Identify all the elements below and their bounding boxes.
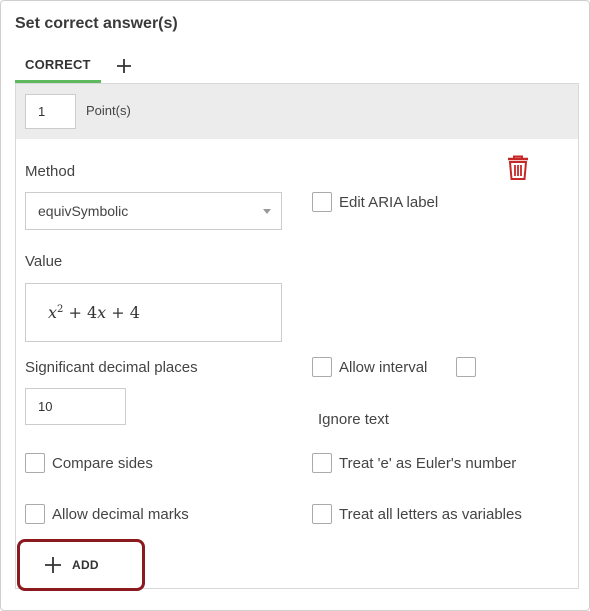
allow-decimal-marks-text: Allow decimal marks: [52, 505, 189, 523]
ignore-text-label: Ignore text: [318, 411, 389, 428]
points-input[interactable]: 1: [25, 94, 76, 129]
euler-number-option[interactable]: Treat 'e' as Euler's number: [312, 453, 516, 473]
points-bar: 1 Point(s): [16, 84, 578, 139]
answer-tabs: CORRECT: [15, 49, 139, 83]
significant-decimal-input[interactable]: 10: [25, 388, 126, 425]
value-expression: x2 + 4x + 4: [48, 303, 140, 322]
edit-aria-label-option[interactable]: Edit ARIA label: [312, 192, 438, 212]
value-label: Value: [25, 253, 63, 270]
compare-sides-checkbox[interactable]: [25, 453, 45, 473]
points-label: Point(s): [86, 103, 131, 118]
allow-decimal-marks-option[interactable]: Allow decimal marks: [25, 504, 189, 524]
add-tab-button[interactable]: [109, 49, 139, 83]
trash-icon: [508, 155, 528, 180]
method-select[interactable]: equivSymbolic: [25, 192, 282, 230]
answer-panel: 1 Point(s) Method equivSymbolic Edit ARI…: [15, 83, 579, 589]
plus-icon: [116, 59, 131, 73]
letters-as-variables-checkbox[interactable]: [312, 504, 332, 524]
tab-correct[interactable]: CORRECT: [15, 49, 101, 83]
allow-interval-text: Allow interval: [339, 358, 428, 376]
section-heading: Set correct answer(s): [15, 15, 178, 32]
delete-answer-button[interactable]: [506, 155, 530, 181]
value-math-input[interactable]: x2 + 4x + 4: [25, 283, 282, 342]
letters-as-variables-text: Treat all letters as variables: [339, 505, 522, 523]
compare-sides-text: Compare sides: [52, 454, 153, 472]
allow-interval-option[interactable]: Allow interval: [312, 357, 427, 377]
add-button-label: ADD: [72, 558, 99, 572]
caret-down-icon: [263, 209, 271, 214]
letters-as-variables-option[interactable]: Treat all letters as variables: [312, 504, 522, 524]
significant-decimal-label: Significant decimal places: [25, 359, 198, 376]
add-button[interactable]: ADD: [17, 539, 145, 591]
compare-sides-option[interactable]: Compare sides: [25, 453, 153, 473]
allow-interval-checkbox[interactable]: [312, 357, 332, 377]
ignore-text-option[interactable]: [456, 357, 476, 377]
ignore-text-checkbox[interactable]: [456, 357, 476, 377]
plus-icon: [45, 557, 61, 573]
euler-number-text: Treat 'e' as Euler's number: [339, 454, 517, 472]
edit-aria-label-text: Edit ARIA label: [339, 193, 439, 211]
edit-aria-label-checkbox[interactable]: [312, 192, 332, 212]
method-selected-value: equivSymbolic: [38, 203, 129, 219]
answer-settings-card: Set correct answer(s) CORRECT 1 Point(s)…: [0, 0, 590, 611]
method-label: Method: [25, 163, 76, 180]
allow-decimal-marks-checkbox[interactable]: [25, 504, 45, 524]
euler-number-checkbox[interactable]: [312, 453, 332, 473]
